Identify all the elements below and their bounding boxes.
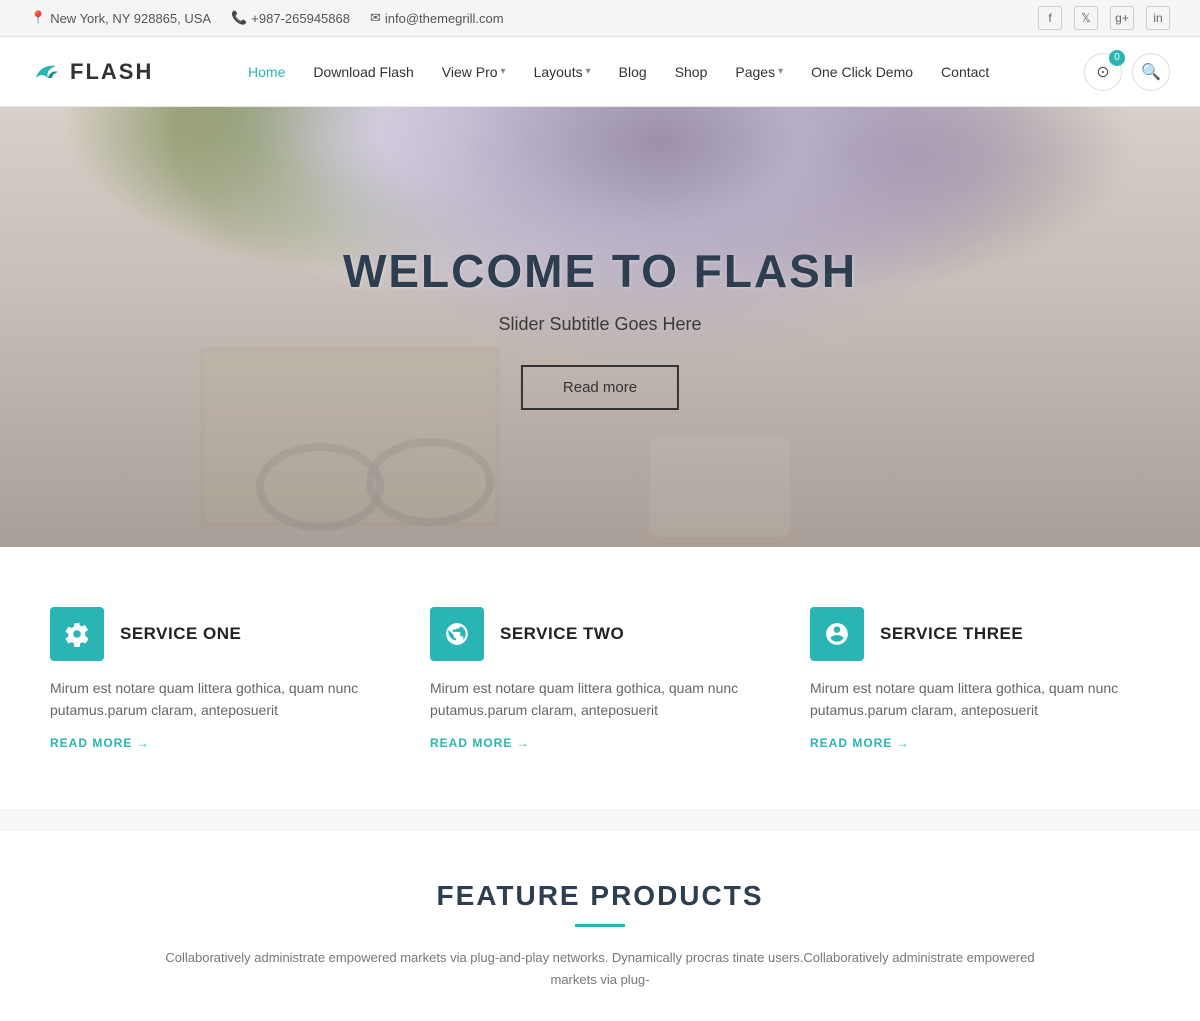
services-section: SERVICE ONE Mirum est notare quam litter… <box>0 547 1200 810</box>
feature-products-section: FEATURE PRODUCTS Collaboratively adminis… <box>0 830 1200 1021</box>
location-icon: 📍 <box>30 10 46 26</box>
chevron-down-icon: ▾ <box>501 66 506 77</box>
hero-read-more-button[interactable]: Read more <box>521 365 679 410</box>
service-three-read-more[interactable]: READ MORE → <box>810 736 1150 750</box>
search-button[interactable]: 🔍 <box>1132 53 1170 91</box>
service-one-icon <box>50 607 104 661</box>
header: FLASH Home Download Flash View Pro ▾ Lay… <box>0 37 1200 107</box>
nav-one-click-demo[interactable]: One Click Demo <box>799 56 925 88</box>
section-divider <box>0 810 1200 830</box>
nav-contact[interactable]: Contact <box>929 56 1001 88</box>
email-info: ✉ info@themegrill.com <box>370 10 504 26</box>
hero-section: WELCOME TO FLASH Slider Subtitle Goes He… <box>0 107 1200 547</box>
facebook-icon[interactable]: f <box>1038 6 1062 30</box>
cart-icon: ⊙ <box>1096 62 1109 82</box>
feature-products-description: Collaboratively administrate empowered m… <box>150 947 1050 991</box>
cart-badge: 0 <box>1109 50 1125 66</box>
nav-layouts[interactable]: Layouts ▾ <box>522 56 603 88</box>
nav-blog[interactable]: Blog <box>607 56 659 88</box>
logo-bird-icon <box>30 56 62 88</box>
nav-shop[interactable]: Shop <box>663 56 720 88</box>
googleplus-icon[interactable]: g+ <box>1110 6 1134 30</box>
hero-title: WELCOME TO FLASH <box>343 244 857 298</box>
nav-home[interactable]: Home <box>236 56 297 88</box>
nav-download-flash[interactable]: Download Flash <box>301 56 425 88</box>
feature-title-underline <box>575 924 625 927</box>
email-icon: ✉ <box>370 10 381 26</box>
service-three-desc: Mirum est notare quam littera gothica, q… <box>810 677 1150 722</box>
main-nav: Home Download Flash View Pro ▾ Layouts ▾… <box>236 56 1001 88</box>
location-info: 📍 New York, NY 928865, USA <box>30 10 211 26</box>
service-one-desc: Mirum est notare quam littera gothica, q… <box>50 677 390 722</box>
service-one-title: SERVICE ONE <box>120 624 241 644</box>
service-two-icon <box>430 607 484 661</box>
soccer-icon <box>444 621 470 647</box>
service-three: SERVICE THREE Mirum est notare quam litt… <box>810 607 1150 750</box>
service-two-header: SERVICE TWO <box>430 607 770 661</box>
cart-button[interactable]: ⊙ 0 <box>1084 53 1122 91</box>
service-one-header: SERVICE ONE <box>50 607 390 661</box>
location-text: New York, NY 928865, USA <box>50 11 211 26</box>
nav-view-pro[interactable]: View Pro ▾ <box>430 56 518 88</box>
logo-text: FLASH <box>70 59 153 85</box>
chevron-down-icon: ▾ <box>778 66 783 77</box>
logo[interactable]: FLASH <box>30 56 153 88</box>
service-two-title: SERVICE TWO <box>500 624 624 644</box>
topbar: 📍 New York, NY 928865, USA 📞 +987-265945… <box>0 0 1200 37</box>
service-three-title: SERVICE THREE <box>880 624 1023 644</box>
service-one-read-more[interactable]: READ MORE → <box>50 736 390 750</box>
service-three-icon <box>810 607 864 661</box>
phone-info: 📞 +987-265945868 <box>231 10 350 26</box>
service-two: SERVICE TWO Mirum est notare quam litter… <box>430 607 770 750</box>
gear-icon <box>64 621 90 647</box>
linkedin-icon[interactable]: in <box>1146 6 1170 30</box>
topbar-social: f 𝕏 g+ in <box>1038 6 1170 30</box>
service-two-read-more[interactable]: READ MORE → <box>430 736 770 750</box>
service-three-header: SERVICE THREE <box>810 607 1150 661</box>
service-one: SERVICE ONE Mirum est notare quam litter… <box>50 607 390 750</box>
header-actions: ⊙ 0 🔍 <box>1084 53 1170 91</box>
feature-products-title: FEATURE PRODUCTS <box>50 880 1150 912</box>
phone-icon: 📞 <box>231 10 247 26</box>
phone-text: +987-265945868 <box>251 11 350 26</box>
nav-pages[interactable]: Pages ▾ <box>723 56 795 88</box>
user-circle-icon <box>824 621 850 647</box>
email-text: info@themegrill.com <box>385 11 504 26</box>
service-two-desc: Mirum est notare quam littera gothica, q… <box>430 677 770 722</box>
search-icon: 🔍 <box>1141 62 1161 82</box>
hero-content: WELCOME TO FLASH Slider Subtitle Goes He… <box>343 244 857 410</box>
topbar-left: 📍 New York, NY 928865, USA 📞 +987-265945… <box>30 10 504 26</box>
chevron-down-icon: ▾ <box>586 66 591 77</box>
hero-subtitle: Slider Subtitle Goes Here <box>343 314 857 335</box>
twitter-icon[interactable]: 𝕏 <box>1074 6 1098 30</box>
